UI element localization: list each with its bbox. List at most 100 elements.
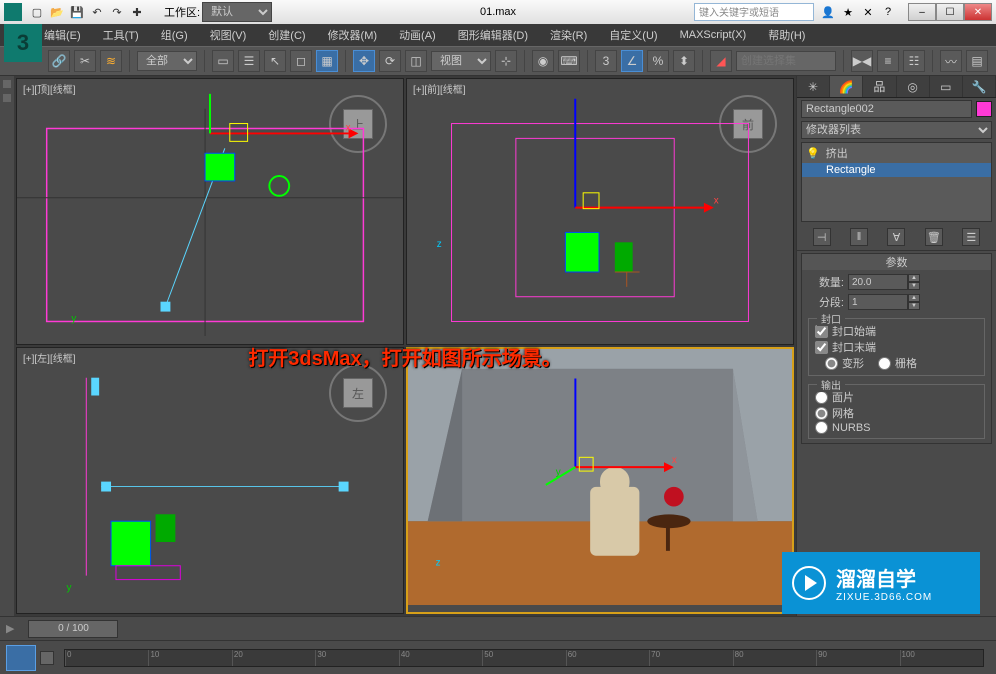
move-icon[interactable]: ✥	[353, 50, 375, 72]
rotate-icon[interactable]: ⟳	[379, 50, 401, 72]
percent-snap-icon[interactable]: %	[647, 50, 669, 72]
modifier-list-dropdown[interactable]: 修改器列表	[801, 121, 992, 139]
menu-maxscript[interactable]: MAXScript(X)	[680, 29, 747, 41]
ref-coord-dropdown[interactable]: 视图	[431, 51, 491, 71]
undo-icon[interactable]: ↶	[88, 3, 106, 21]
cap-end-checkbox[interactable]	[815, 341, 828, 354]
window-crossing-icon[interactable]: ▦	[316, 50, 338, 72]
select-arrow-icon[interactable]: ↖	[264, 50, 286, 72]
help-search-input[interactable]: 键入关键字或短语	[694, 3, 814, 21]
segments-input[interactable]	[848, 294, 908, 310]
menu-modifiers[interactable]: 修改器(M)	[328, 27, 378, 43]
amount-input[interactable]	[848, 274, 908, 290]
layers-icon[interactable]: ☷	[903, 50, 925, 72]
align-icon[interactable]: ≡	[877, 50, 899, 72]
exchange-icon[interactable]: ✕	[860, 4, 876, 20]
viewport-layout-button[interactable]	[6, 645, 36, 671]
mirror-icon[interactable]: ▶◀	[851, 50, 873, 72]
viewport-left[interactable]: [+][左][线框] 左 y	[16, 347, 404, 614]
menu-rendering[interactable]: 渲染(R)	[550, 27, 587, 43]
bind-icon[interactable]: ≋	[100, 50, 122, 72]
named-selection-input[interactable]	[736, 51, 836, 71]
menu-tools[interactable]: 工具(T)	[103, 27, 139, 43]
segments-up-icon[interactable]: ▲	[908, 294, 920, 302]
stack-item-extrude[interactable]: 挤出	[826, 145, 848, 161]
grid-radio[interactable]	[878, 357, 891, 370]
save-icon[interactable]: 💾	[68, 3, 86, 21]
viewport-top-label[interactable]: [+][顶][线框]	[23, 81, 76, 96]
project-icon[interactable]: ✚	[128, 3, 146, 21]
amount-down-icon[interactable]: ▼	[908, 282, 920, 290]
workspace-dropdown[interactable]: 默认	[202, 2, 272, 22]
tab-modify[interactable]: 🌈	[830, 76, 863, 97]
tab-display[interactable]: ▭	[930, 76, 963, 97]
time-slider[interactable]: 0 / 100	[28, 620, 118, 638]
pin-stack-icon[interactable]: ⊣	[813, 228, 831, 246]
pivot-icon[interactable]: ⊹	[495, 50, 517, 72]
configure-icon[interactable]: ☰	[962, 228, 980, 246]
left-tool-2[interactable]	[3, 94, 11, 102]
snap-toggle-icon[interactable]: 3	[595, 50, 617, 72]
select-name-icon[interactable]: ☰	[238, 50, 260, 72]
menu-animation[interactable]: 动画(A)	[399, 27, 436, 43]
menu-group[interactable]: 组(G)	[161, 27, 188, 43]
redo-icon[interactable]: ↷	[108, 3, 126, 21]
viewport-front[interactable]: [+][前][线框] 前 z x	[406, 78, 794, 345]
close-button[interactable]: ✕	[964, 3, 992, 21]
minimize-button[interactable]: –	[908, 3, 936, 21]
unique-icon[interactable]: ∀	[887, 228, 905, 246]
signin-icon[interactable]: 👤	[820, 4, 836, 20]
object-name-input[interactable]	[801, 100, 972, 118]
rollout-parameters-header[interactable]: 参数	[802, 254, 991, 270]
unlink-icon[interactable]: ✂	[74, 50, 96, 72]
tab-hierarchy[interactable]: 品	[863, 76, 896, 97]
select-icon[interactable]: ▭	[212, 50, 234, 72]
link-icon[interactable]: 🔗	[48, 50, 70, 72]
object-color-swatch[interactable]	[976, 101, 992, 117]
amount-up-icon[interactable]: ▲	[908, 274, 920, 282]
menu-create[interactable]: 创建(C)	[268, 27, 305, 43]
open-icon[interactable]: 📂	[48, 3, 66, 21]
stack-item-rectangle[interactable]: Rectangle	[802, 163, 991, 177]
favorite-icon[interactable]: ★	[840, 4, 856, 20]
viewport-front-label[interactable]: [+][前][线框]	[413, 81, 466, 96]
angle-snap-icon[interactable]: ∠	[621, 50, 643, 72]
tab-utilities[interactable]: 🔧	[963, 76, 996, 97]
menu-customize[interactable]: 自定义(U)	[609, 27, 657, 43]
tab-motion[interactable]: ◎	[897, 76, 930, 97]
play-left-icon[interactable]: ▶	[6, 622, 14, 635]
spinner-snap-icon[interactable]: ⬍	[673, 50, 695, 72]
keymode-toggle-icon[interactable]	[40, 651, 54, 665]
keymode-icon[interactable]: ⌨	[558, 50, 580, 72]
curve-editor-icon[interactable]: 〰	[940, 50, 962, 72]
viewport-perspective[interactable]: [+][透视][真实] z x y	[406, 347, 794, 614]
morph-radio[interactable]	[825, 357, 838, 370]
new-icon[interactable]: ▢	[28, 3, 46, 21]
maximize-button[interactable]: ☐	[936, 3, 964, 21]
cap-start-checkbox[interactable]	[815, 325, 828, 338]
viewport-top[interactable]: [+][顶][线框] 上 y x	[16, 78, 404, 345]
out-patch-radio[interactable]	[815, 391, 828, 404]
tab-create[interactable]: ✳	[797, 76, 830, 97]
viewport-left-label[interactable]: [+][左][线框]	[23, 350, 76, 365]
app-icon[interactable]	[4, 3, 22, 21]
modifier-stack[interactable]: 💡 挤出 Rectangle	[801, 142, 992, 222]
show-end-icon[interactable]: ‖	[850, 228, 868, 246]
manipulate-icon[interactable]: ◉	[532, 50, 554, 72]
menu-edit[interactable]: 编辑(E)	[44, 27, 81, 43]
lightbulb-icon[interactable]: 💡	[806, 147, 820, 160]
out-mesh-radio[interactable]	[815, 407, 828, 420]
remove-mod-icon[interactable]: 🗑	[925, 228, 943, 246]
scale-icon[interactable]: ◫	[405, 50, 427, 72]
select-region-icon[interactable]: ◻	[290, 50, 312, 72]
help-icon[interactable]: ?	[880, 4, 896, 20]
menu-help[interactable]: 帮助(H)	[768, 27, 805, 43]
segments-down-icon[interactable]: ▼	[908, 302, 920, 310]
selection-filter-dropdown[interactable]: 全部	[137, 51, 197, 71]
out-nurbs-radio[interactable]	[815, 421, 828, 434]
left-tool-1[interactable]	[3, 80, 11, 88]
track-bar[interactable]: 0102030405060708090100	[64, 649, 984, 667]
named-sel-icon[interactable]: ◢	[710, 50, 732, 72]
application-menu-button[interactable]: 3	[4, 24, 42, 62]
menu-views[interactable]: 视图(V)	[210, 27, 247, 43]
